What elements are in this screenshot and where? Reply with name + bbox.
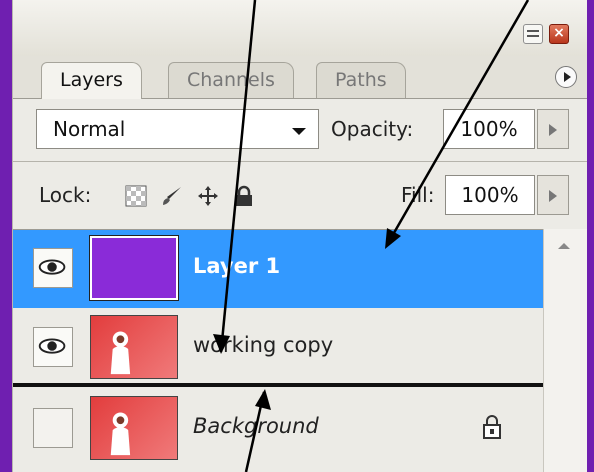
lock-label: Lock:: [39, 183, 92, 207]
blend-mode-value: Normal: [53, 117, 126, 141]
layer-thumbnail: [90, 396, 178, 460]
opacity-input[interactable]: 100%: [443, 109, 535, 149]
layer-name: Layer 1: [193, 254, 281, 278]
fill-slider-button[interactable]: [537, 175, 569, 215]
visibility-toggle[interactable]: [33, 248, 73, 288]
tab-strip: Layers Channels Paths: [13, 56, 587, 99]
scroll-up-icon[interactable]: [558, 243, 570, 249]
panel-menu-icon[interactable]: [523, 24, 543, 44]
panel-title-bar[interactable]: ×: [13, 0, 587, 56]
opacity-label: Opacity:: [331, 117, 414, 141]
blend-opacity-row: Normal Opacity: 100%: [13, 99, 587, 161]
brush-lock-icon[interactable]: [161, 185, 183, 207]
layer-row[interactable]: working copy: [13, 309, 543, 387]
visibility-toggle[interactable]: [33, 327, 73, 367]
layer-row[interactable]: Background: [13, 390, 543, 468]
dropdown-arrow-icon: [292, 128, 306, 135]
move-lock-icon[interactable]: [197, 185, 219, 207]
blend-mode-dropdown[interactable]: Normal: [36, 109, 319, 149]
layer-name: working copy: [193, 333, 334, 357]
fill-label: Fill:: [401, 183, 435, 207]
layer-name: Background: [193, 414, 319, 438]
eye-icon: [38, 338, 66, 354]
close-button[interactable]: ×: [549, 24, 569, 44]
layer-row[interactable]: Layer 1: [13, 230, 543, 308]
fill-input[interactable]: 100%: [445, 175, 535, 215]
padlock-icon[interactable]: [233, 185, 255, 207]
tab-paths[interactable]: Paths: [316, 62, 406, 98]
layer-thumbnail: [90, 315, 178, 379]
photo-figure-icon: [110, 331, 131, 375]
photo-figure-icon: [110, 412, 131, 456]
visibility-toggle[interactable]: [33, 408, 73, 448]
panel-options-icon[interactable]: [555, 66, 577, 88]
tab-channels[interactable]: Channels: [168, 62, 294, 98]
lock-fill-row: Lock: Fill: 100%: [13, 163, 587, 228]
layer-list: Layer 1 working copy Background: [13, 229, 543, 472]
layer-thumbnail: [89, 235, 179, 301]
opacity-slider-button[interactable]: [537, 109, 569, 149]
eye-icon: [38, 259, 66, 275]
transparency-lock-icon[interactable]: [125, 185, 147, 207]
padlock-icon: [483, 415, 501, 439]
tab-layers[interactable]: Layers: [41, 62, 142, 99]
layer-drop-indicator: [13, 383, 543, 387]
layer-list-scrollbar[interactable]: [543, 229, 587, 472]
layers-panel: × Layers Channels Paths Normal Opacity: …: [12, 0, 587, 472]
divider: [13, 161, 587, 162]
